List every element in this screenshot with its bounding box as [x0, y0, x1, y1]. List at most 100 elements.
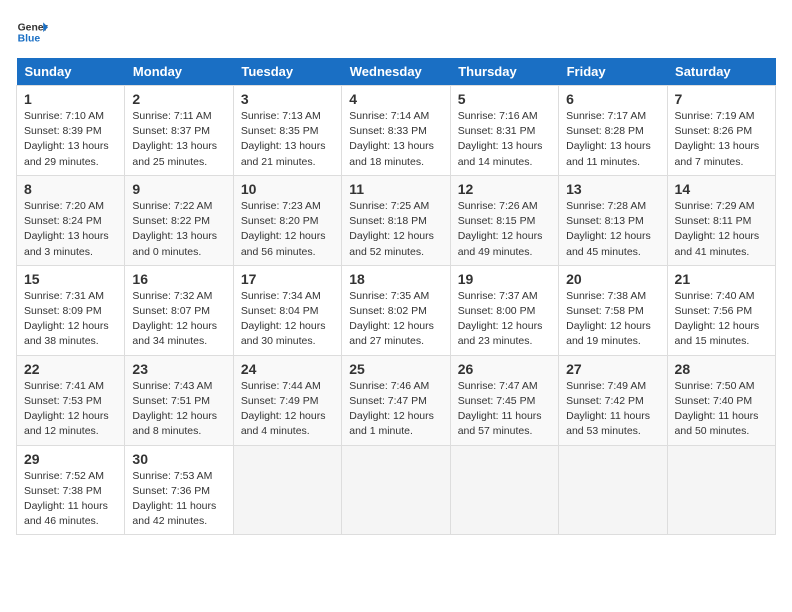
- day-info: Sunrise: 7:23 AMSunset: 8:20 PMDaylight:…: [241, 199, 334, 260]
- table-row: [667, 445, 775, 535]
- day-number: 25: [349, 361, 442, 377]
- table-row: 25 Sunrise: 7:46 AMSunset: 7:47 PMDayligh…: [342, 355, 450, 445]
- day-info: Sunrise: 7:44 AMSunset: 7:49 PMDaylight:…: [241, 379, 334, 440]
- weekday-header-thursday: Thursday: [450, 58, 558, 86]
- svg-text:Blue: Blue: [18, 34, 41, 45]
- day-info: Sunrise: 7:40 AMSunset: 7:56 PMDaylight:…: [675, 289, 768, 350]
- day-number: 2: [132, 91, 225, 107]
- day-info: Sunrise: 7:50 AMSunset: 7:40 PMDaylight:…: [675, 379, 768, 440]
- day-number: 22: [24, 361, 117, 377]
- day-number: 30: [132, 451, 225, 467]
- table-row: 9 Sunrise: 7:22 AMSunset: 8:22 PMDaylight…: [125, 175, 233, 265]
- day-info: Sunrise: 7:10 AMSunset: 8:39 PMDaylight:…: [24, 109, 117, 170]
- table-row: 17Sunrise: 7:34 AMSunset: 8:04 PMDayligh…: [233, 265, 341, 355]
- day-number: 9: [132, 181, 225, 197]
- table-row: 26 Sunrise: 7:47 AMSunset: 7:45 PMDayligh…: [450, 355, 558, 445]
- table-row: 2 Sunrise: 7:11 AMSunset: 8:37 PMDaylight…: [125, 86, 233, 176]
- day-number: 10: [241, 181, 334, 197]
- table-row: 28 Sunrise: 7:50 AMSunset: 7:40 PMDayligh…: [667, 355, 775, 445]
- table-row: 27 Sunrise: 7:49 AMSunset: 7:42 PMDayligh…: [559, 355, 667, 445]
- day-info: Sunrise: 7:53 AMSunset: 7:36 PMDaylight:…: [132, 469, 225, 530]
- day-info: Sunrise: 7:32 AMSunset: 8:07 PMDaylight:…: [132, 289, 225, 350]
- day-number: 12: [458, 181, 551, 197]
- table-row: 12 Sunrise: 7:26 AMSunset: 8:15 PMDayligh…: [450, 175, 558, 265]
- day-number: 21: [675, 271, 768, 287]
- day-number: 27: [566, 361, 659, 377]
- table-row: 16 Sunrise: 7:32 AMSunset: 8:07 PMDayligh…: [125, 265, 233, 355]
- day-number: 28: [675, 361, 768, 377]
- day-number: 11: [349, 181, 442, 197]
- table-row: 4 Sunrise: 7:14 AMSunset: 8:33 PMDaylight…: [342, 86, 450, 176]
- table-row: [450, 445, 558, 535]
- calendar-week-row: 29 Sunrise: 7:52 AMSunset: 7:38 PMDayligh…: [17, 445, 776, 535]
- day-number: 14: [675, 181, 768, 197]
- day-info: Sunrise: 7:31 AMSunset: 8:09 PMDaylight:…: [24, 289, 117, 350]
- table-row: 10 Sunrise: 7:23 AMSunset: 8:20 PMDayligh…: [233, 175, 341, 265]
- day-number: 1: [24, 91, 117, 107]
- table-row: 19 Sunrise: 7:37 AMSunset: 8:00 PMDayligh…: [450, 265, 558, 355]
- day-info: Sunrise: 7:38 AMSunset: 7:58 PMDaylight:…: [566, 289, 659, 350]
- day-info: Sunrise: 7:47 AMSunset: 7:45 PMDaylight:…: [458, 379, 551, 440]
- day-info: Sunrise: 7:11 AMSunset: 8:37 PMDaylight:…: [132, 109, 225, 170]
- day-number: 19: [458, 271, 551, 287]
- weekday-header-monday: Monday: [125, 58, 233, 86]
- day-info: Sunrise: 7:52 AMSunset: 7:38 PMDaylight:…: [24, 469, 117, 530]
- day-info: Sunrise: 7:37 AMSunset: 8:00 PMDaylight:…: [458, 289, 551, 350]
- table-row: 14 Sunrise: 7:29 AMSunset: 8:11 PMDayligh…: [667, 175, 775, 265]
- logo-icon: General Blue: [16, 16, 48, 48]
- calendar-week-row: 1 Sunrise: 7:10 AMSunset: 8:39 PMDaylight…: [17, 86, 776, 176]
- table-row: 20 Sunrise: 7:38 AMSunset: 7:58 PMDayligh…: [559, 265, 667, 355]
- table-row: 29 Sunrise: 7:52 AMSunset: 7:38 PMDayligh…: [17, 445, 125, 535]
- day-number: 16: [132, 271, 225, 287]
- table-row: 18 Sunrise: 7:35 AMSunset: 8:02 PMDayligh…: [342, 265, 450, 355]
- calendar-table: SundayMondayTuesdayWednesdayThursdayFrid…: [16, 58, 776, 535]
- day-info: Sunrise: 7:16 AMSunset: 8:31 PMDaylight:…: [458, 109, 551, 170]
- day-number: 5: [458, 91, 551, 107]
- calendar-week-row: 15 Sunrise: 7:31 AMSunset: 8:09 PMDayligh…: [17, 265, 776, 355]
- table-row: 21 Sunrise: 7:40 AMSunset: 7:56 PMDayligh…: [667, 265, 775, 355]
- table-row: 24 Sunrise: 7:44 AMSunset: 7:49 PMDayligh…: [233, 355, 341, 445]
- day-info: Sunrise: 7:35 AMSunset: 8:02 PMDaylight:…: [349, 289, 442, 350]
- table-row: 11 Sunrise: 7:25 AMSunset: 8:18 PMDayligh…: [342, 175, 450, 265]
- day-info: Sunrise: 7:46 AMSunset: 7:47 PMDaylight:…: [349, 379, 442, 440]
- day-number: 20: [566, 271, 659, 287]
- day-info: Sunrise: 7:41 AMSunset: 7:53 PMDaylight:…: [24, 379, 117, 440]
- day-info: Sunrise: 7:14 AMSunset: 8:33 PMDaylight:…: [349, 109, 442, 170]
- day-info: Sunrise: 7:26 AMSunset: 8:15 PMDaylight:…: [458, 199, 551, 260]
- weekday-header-tuesday: Tuesday: [233, 58, 341, 86]
- day-number: 24: [241, 361, 334, 377]
- calendar-week-row: 8Sunrise: 7:20 AMSunset: 8:24 PMDaylight…: [17, 175, 776, 265]
- day-info: Sunrise: 7:25 AMSunset: 8:18 PMDaylight:…: [349, 199, 442, 260]
- page-header: General Blue: [16, 16, 776, 48]
- weekday-header-saturday: Saturday: [667, 58, 775, 86]
- day-info: Sunrise: 7:43 AMSunset: 7:51 PMDaylight:…: [132, 379, 225, 440]
- day-number: 26: [458, 361, 551, 377]
- day-number: 15: [24, 271, 117, 287]
- calendar-week-row: 22 Sunrise: 7:41 AMSunset: 7:53 PMDayligh…: [17, 355, 776, 445]
- day-info: Sunrise: 7:34 AMSunset: 8:04 PMDaylight:…: [241, 289, 334, 350]
- day-number: 23: [132, 361, 225, 377]
- day-info: Sunrise: 7:17 AMSunset: 8:28 PMDaylight:…: [566, 109, 659, 170]
- day-info: Sunrise: 7:49 AMSunset: 7:42 PMDaylight:…: [566, 379, 659, 440]
- table-row: 8Sunrise: 7:20 AMSunset: 8:24 PMDaylight…: [17, 175, 125, 265]
- day-number: 4: [349, 91, 442, 107]
- table-row: [233, 445, 341, 535]
- weekday-header-friday: Friday: [559, 58, 667, 86]
- weekday-header-sunday: Sunday: [17, 58, 125, 86]
- logo: General Blue: [16, 16, 48, 48]
- day-info: Sunrise: 7:28 AMSunset: 8:13 PMDaylight:…: [566, 199, 659, 260]
- table-row: 15 Sunrise: 7:31 AMSunset: 8:09 PMDayligh…: [17, 265, 125, 355]
- day-info: Sunrise: 7:29 AMSunset: 8:11 PMDaylight:…: [675, 199, 768, 260]
- day-info: Sunrise: 7:22 AMSunset: 8:22 PMDaylight:…: [132, 199, 225, 260]
- day-info: Sunrise: 7:13 AMSunset: 8:35 PMDaylight:…: [241, 109, 334, 170]
- table-row: 3Sunrise: 7:13 AMSunset: 8:35 PMDaylight…: [233, 86, 341, 176]
- table-row: 5 Sunrise: 7:16 AMSunset: 8:31 PMDaylight…: [450, 86, 558, 176]
- table-row: 13 Sunrise: 7:28 AMSunset: 8:13 PMDayligh…: [559, 175, 667, 265]
- day-number: 18: [349, 271, 442, 287]
- day-number: 29: [24, 451, 117, 467]
- day-number: 13: [566, 181, 659, 197]
- table-row: 30 Sunrise: 7:53 AMSunset: 7:36 PMDayligh…: [125, 445, 233, 535]
- table-row: 1 Sunrise: 7:10 AMSunset: 8:39 PMDaylight…: [17, 86, 125, 176]
- table-row: [559, 445, 667, 535]
- table-row: 7Sunrise: 7:19 AMSunset: 8:26 PMDaylight…: [667, 86, 775, 176]
